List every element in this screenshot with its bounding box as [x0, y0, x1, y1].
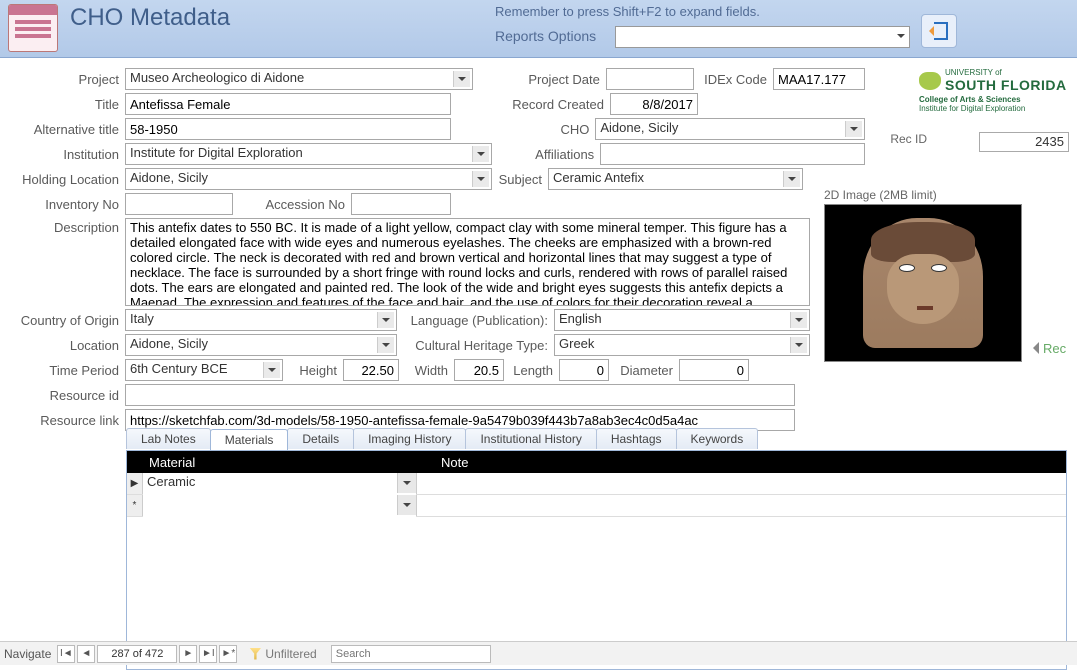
language-combo[interactable]: English — [554, 309, 810, 331]
label-location: Location — [10, 338, 125, 353]
record-navigator: Navigate I◄ ◄ 287 of 472 ► ►I ►* Unfilte… — [0, 641, 1077, 665]
record-created-input[interactable] — [610, 93, 698, 115]
tab-details[interactable]: Details — [287, 428, 354, 449]
material-new-combo[interactable] — [143, 495, 416, 517]
tab-hashtags[interactable]: Hashtags — [596, 428, 677, 449]
nav-search-input[interactable] — [331, 645, 491, 663]
accession-input[interactable] — [351, 193, 451, 215]
label-language: Language (Publication): — [397, 313, 554, 328]
tab-strip: Lab NotesMaterialsDetailsImaging History… — [126, 428, 1067, 449]
label-alt-title: Alternative title — [10, 122, 125, 137]
label-resource-id: Resource id — [10, 388, 125, 403]
reports-select[interactable] — [615, 26, 910, 48]
nav-prev-button[interactable]: ◄ — [77, 645, 95, 663]
label-record-created: Record Created — [495, 97, 610, 112]
label-country: Country of Origin — [10, 313, 125, 328]
material-cell-combo[interactable]: Ceramic — [143, 473, 416, 495]
label-description: Description — [10, 218, 125, 235]
project-date-input[interactable] — [606, 68, 694, 90]
holding-combo[interactable]: Aidone, Sicily — [125, 168, 492, 190]
alt-title-input[interactable] — [125, 118, 451, 140]
exit-button[interactable] — [921, 14, 957, 48]
label-height: Height — [283, 363, 343, 378]
nav-first-button[interactable]: I◄ — [57, 645, 75, 663]
idex-input[interactable] — [773, 68, 865, 90]
label-project: Project — [10, 72, 125, 87]
label-affiliations: Affiliations — [495, 147, 600, 162]
label-cho: CHO — [495, 122, 595, 137]
location-combo[interactable]: Aidone, Sicily — [125, 334, 397, 356]
nav-last-button[interactable]: ►I — [199, 645, 217, 663]
label-institution: Institution — [10, 147, 125, 162]
tab-materials[interactable]: Materials — [210, 429, 289, 450]
width-input[interactable] — [454, 359, 504, 381]
image-frame[interactable] — [824, 204, 1022, 362]
diameter-input[interactable] — [679, 359, 749, 381]
label-project-date: Project Date — [495, 72, 606, 87]
filter-indicator[interactable]: Unfiltered — [249, 647, 316, 661]
grid-new-row[interactable]: * — [127, 495, 1066, 517]
project-combo[interactable]: Museo Archeologico di Aidone — [125, 68, 473, 90]
tab-keywords[interactable]: Keywords — [676, 428, 759, 449]
recid-display: 2435 — [979, 132, 1069, 152]
tab-imaging-history[interactable]: Imaging History — [353, 428, 466, 449]
label-inventory: Inventory No — [10, 197, 125, 212]
cho-combo[interactable]: Aidone, Sicily — [595, 118, 865, 140]
reports-label: Reports Options — [495, 28, 596, 44]
label-accession: Accession No — [233, 197, 351, 212]
usf-logo: UNIVERSITY of SOUTH FLORIDA College of A… — [919, 68, 1069, 113]
length-input[interactable] — [559, 359, 609, 381]
title-input[interactable] — [125, 93, 451, 115]
new-row-icon: * — [127, 495, 143, 516]
label-length: Length — [504, 363, 559, 378]
artifact-image — [863, 218, 983, 348]
record-side-nav[interactable]: Rec — [1027, 336, 1077, 360]
note-new-cell[interactable] — [417, 495, 1066, 516]
subject-combo[interactable]: Ceramic Antefix — [548, 168, 803, 190]
time-period-combo[interactable]: 6th Century BCE — [125, 359, 283, 381]
label-subject: Subject — [495, 172, 548, 187]
materials-panel: Material Note ▶ Ceramic * — [126, 450, 1067, 670]
nav-next-button[interactable]: ► — [179, 645, 197, 663]
form-icon — [8, 4, 58, 52]
label-resource-link: Resource link — [10, 413, 125, 428]
form-header: CHO Metadata Remember to press Shift+F2 … — [0, 0, 1077, 58]
affiliations-input[interactable] — [600, 143, 865, 165]
tab-institutional-history[interactable]: Institutional History — [465, 428, 596, 449]
description-textarea[interactable]: This antefix dates to 550 BC. It is made… — [125, 218, 810, 306]
row-selector-icon[interactable]: ▶ — [127, 473, 143, 494]
resource-id-input[interactable] — [125, 384, 795, 406]
label-recid: Rec ID — [890, 132, 927, 146]
height-input[interactable] — [343, 359, 399, 381]
inventory-input[interactable] — [125, 193, 233, 215]
grid-header: Material Note — [127, 451, 1066, 473]
image-caption: 2D Image (2MB limit) — [824, 188, 1024, 202]
cht-combo[interactable]: Greek — [554, 334, 810, 356]
nav-position[interactable]: 287 of 472 — [97, 645, 177, 663]
label-cht: Cultural Heritage Type: — [397, 338, 554, 353]
nav-label: Navigate — [4, 647, 51, 661]
label-width: Width — [399, 363, 454, 378]
label-holding: Holding Location — [10, 172, 125, 187]
nav-new-button[interactable]: ►* — [219, 645, 237, 663]
institution-combo[interactable]: Institute for Digital Exploration — [125, 143, 492, 165]
label-time-period: Time Period — [10, 363, 125, 378]
label-title: Title — [10, 97, 125, 112]
hint-text: Remember to press Shift+F2 to expand fie… — [495, 4, 760, 19]
label-idex: IDEx Code — [694, 72, 773, 87]
note-cell[interactable] — [417, 473, 1066, 494]
funnel-icon — [249, 648, 261, 660]
grid-row[interactable]: ▶ Ceramic — [127, 473, 1066, 495]
label-diameter: Diameter — [609, 363, 679, 378]
country-combo[interactable]: Italy — [125, 309, 397, 331]
tab-lab-notes[interactable]: Lab Notes — [126, 428, 211, 449]
form-title: CHO Metadata — [70, 4, 230, 32]
